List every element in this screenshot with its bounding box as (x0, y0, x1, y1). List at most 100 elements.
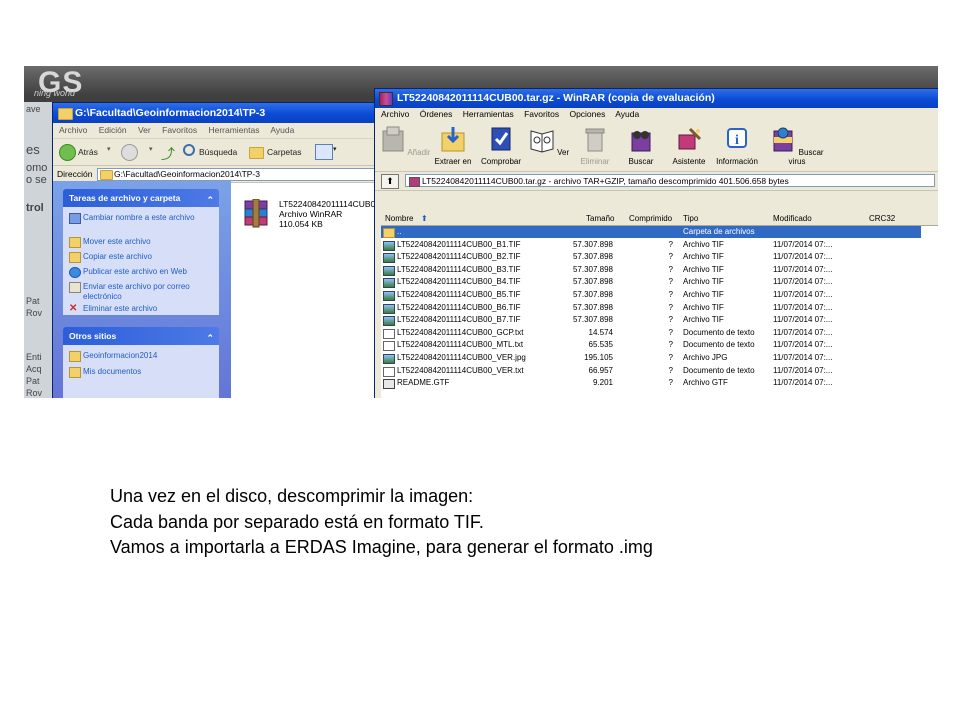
cell-name: LT52240842011114CUB00_B4.TIF (397, 277, 521, 287)
task-copy[interactable]: Copiar este archivo (69, 252, 223, 263)
menu-ayuda[interactable]: Ayuda (615, 109, 639, 119)
delete-icon: ✕ (69, 303, 78, 314)
forward-dropdown-icon[interactable]: ▾ (149, 145, 153, 153)
file-row[interactable]: LT52240842011114CUB00_B6.TIF 57.307.898? A… (381, 302, 921, 314)
column-packed[interactable]: Comprimido (629, 213, 672, 225)
delete-button-label: Eliminar (580, 157, 610, 166)
task-label: Cambiar nombre a este archivo (83, 213, 195, 222)
up-one-level-button[interactable]: ⬆ (381, 174, 399, 189)
column-crc32[interactable]: CRC32 (869, 213, 895, 225)
file-row[interactable]: LT52240842011114CUB00_VER.txt 66.957? Docu… (381, 365, 921, 377)
file-row[interactable]: LT52240842011114CUB00_B2.TIF 57.307.898? A… (381, 251, 921, 264)
archive-file-name: LT52240842011114CUB00 (279, 199, 380, 209)
file-row[interactable]: LT52240842011114CUB00_GCP.txt 14.574? Docu… (381, 327, 921, 339)
side-word: ave (26, 104, 41, 114)
cell-packed: ? (668, 327, 673, 337)
cell-type: Carpeta de archivos (683, 227, 755, 236)
wizard-button-label: Asistente (672, 157, 706, 166)
winrar-archive-icon[interactable] (241, 199, 273, 229)
file-row[interactable]: README.GTF 9.201? Archivo GTF 11/07/2014 07… (381, 377, 921, 390)
menu-ver[interactable]: Ver (138, 125, 151, 135)
archive-file-item[interactable]: LT52240842011114CUB00 Archivo WinRAR 110… (279, 199, 380, 229)
cell-name: LT52240842011114CUB00_VER.txt (397, 365, 524, 375)
menu-archivo[interactable]: Archivo (381, 109, 409, 119)
extract-button[interactable]: Extraer en (427, 125, 479, 166)
winrar-titlebar[interactable]: LT52240842011114CUB00.tar.gz - WinRAR (c… (375, 89, 938, 108)
file-row[interactable]: LT52240842011114CUB00_B5.TIF 57.307.898? A… (381, 289, 921, 301)
place-label: Geoinformacion2014 (83, 351, 158, 360)
explorer-menubar: Archivo Edición Ver Favoritos Herramient… (53, 123, 393, 139)
address-input[interactable]: G:\Facultad\Geoinformacion2014\TP-3 (97, 168, 405, 181)
archive-path-text: LT52240842011114CUB00.tar.gz - archivo T… (422, 176, 789, 186)
delete-button[interactable]: Eliminar (569, 125, 621, 166)
cell-name: LT52240842011114CUB00_MTL.txt (397, 340, 524, 350)
cell-size: 57.307.898 (572, 252, 613, 262)
info-button[interactable]: i Información (711, 125, 763, 166)
cell-modified: 11/07/2014 07:... (773, 327, 833, 337)
cell-name: LT52240842011114CUB00_B3.TIF (397, 264, 521, 274)
find-binoculars-icon (631, 131, 651, 152)
archive-path-field[interactable]: LT52240842011114CUB00.tar.gz - archivo T… (405, 174, 935, 187)
side-word: Pat (26, 296, 40, 306)
wizard-button[interactable]: Asistente (663, 125, 715, 166)
cell-name: LT52240842011114CUB00_B2.TIF (397, 252, 521, 262)
task-rename[interactable]: Cambiar nombre a este archivo (69, 213, 223, 224)
tasks-panel-header[interactable]: Tareas de archivo y carpeta ⌃ (63, 189, 219, 207)
cell-name: LT52240842011114CUB00_B6.TIF (397, 302, 521, 312)
screenshot: GS ning world ave es omo o se trol Pat R… (24, 66, 938, 398)
test-check-icon (491, 127, 511, 151)
caption-line: Cada banda por separado está en formato … (110, 511, 484, 532)
cell-packed: ? (668, 353, 673, 362)
menu-edicion[interactable]: Edición (99, 125, 127, 135)
file-row[interactable]: LT52240842011114CUB00_VER.jpg 195.105? Arc… (381, 352, 921, 364)
views-dropdown-icon[interactable]: ▾ (333, 145, 337, 153)
back-dropdown-icon[interactable]: ▾ (107, 145, 111, 153)
task-delete[interactable]: ✕ Eliminar este archivo (69, 304, 223, 314)
task-move[interactable]: Mover este archivo (69, 237, 223, 248)
menu-opciones[interactable]: Opciones (569, 109, 605, 119)
place-item[interactable]: Geoinformacion2014 (69, 351, 223, 362)
folders-icon[interactable] (249, 147, 264, 159)
folders-button-label[interactable]: Carpetas (267, 147, 302, 157)
task-publish[interactable]: Publicar este archivo en Web (69, 267, 223, 278)
column-size[interactable]: Tamaño (586, 213, 614, 225)
column-type[interactable]: Tipo (683, 213, 698, 225)
menu-archivo[interactable]: Archivo (59, 125, 87, 135)
column-modified[interactable]: Modificado (773, 213, 812, 225)
forward-arrow-icon[interactable] (121, 144, 138, 161)
search-button-label[interactable]: Búsqueda (199, 147, 237, 157)
places-panel-header[interactable]: Otros sitios ⌃ (63, 327, 219, 345)
file-row[interactable]: LT52240842011114CUB00_B3.TIF 57.307.898? A… (381, 264, 921, 276)
menu-favoritos[interactable]: Favoritos (524, 109, 559, 119)
find-button[interactable]: Buscar (615, 125, 667, 166)
file-row[interactable]: .. Carpeta de archivos (381, 226, 921, 238)
explorer-titlebar[interactable]: G:\Facultad\Geoinformacion2014\TP-3 (53, 103, 393, 123)
image-file-icon (383, 354, 395, 364)
menu-ayuda[interactable]: Ayuda (270, 125, 294, 135)
up-folder-icon[interactable]: ⤴ (161, 144, 175, 164)
side-word: es (26, 142, 40, 157)
file-row[interactable]: LT52240842011114CUB00_B4.TIF 57.307.898? A… (381, 276, 921, 289)
menu-favoritos[interactable]: Favoritos (162, 125, 197, 135)
add-button[interactable]: Añadir (379, 125, 431, 157)
menu-ordenes[interactable]: Órdenes (420, 109, 453, 119)
cell-name: LT52240842011114CUB00_VER.jpg (397, 353, 526, 362)
search-icon[interactable] (183, 144, 195, 156)
task-email[interactable]: Enviar este archivo por correo electróni… (69, 282, 223, 302)
menu-herramientas[interactable]: Herramientas (208, 125, 259, 135)
test-button[interactable]: Comprobar (475, 125, 527, 166)
file-row[interactable]: LT52240842011114CUB00_MTL.txt 65.535? Docu… (381, 339, 921, 352)
column-name[interactable]: Nombre (385, 213, 413, 225)
back-arrow-icon[interactable] (59, 144, 76, 161)
menu-herramientas[interactable]: Herramientas (463, 109, 514, 119)
view-button[interactable]: Ver (523, 125, 575, 157)
cell-size: 65.535 (588, 340, 613, 350)
virus-scan-button[interactable]: Buscar virus (767, 125, 827, 166)
back-button-label[interactable]: Atrás (78, 147, 98, 157)
file-row[interactable]: LT52240842011114CUB00_B1.TIF 57.307.898? A… (381, 239, 921, 251)
file-row[interactable]: LT52240842011114CUB00_B7.TIF 57.307.898? A… (381, 314, 921, 327)
cell-packed: ? (668, 378, 673, 388)
place-item[interactable]: Mis documentos (69, 367, 223, 378)
views-icon[interactable] (315, 144, 333, 160)
cell-size: 57.307.898 (572, 315, 613, 325)
